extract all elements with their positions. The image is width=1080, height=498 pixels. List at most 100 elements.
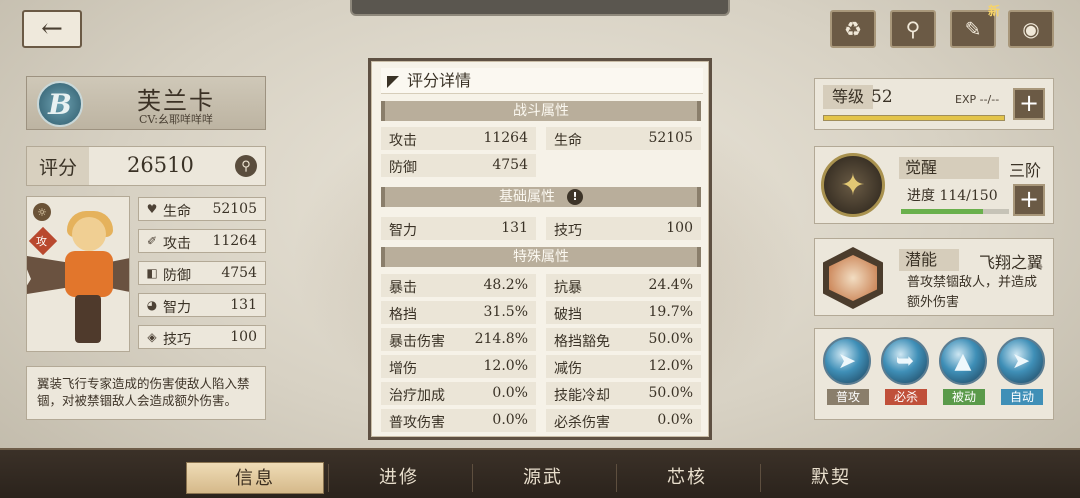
nav-divider	[616, 464, 617, 492]
star-emblem-icon: ✦	[821, 153, 885, 217]
skill-auto[interactable]: ➤ 自动	[997, 337, 1047, 405]
shield-icon: ◧	[146, 266, 158, 280]
attr-value: 19.7%	[648, 304, 693, 320]
nav-divider	[328, 464, 329, 492]
new-badge: 新	[987, 4, 1000, 18]
attr-name: 攻击	[389, 133, 417, 149]
potential-description: 普攻禁锢敌人，并造成额外伤害	[907, 275, 1038, 310]
tab-training[interactable]: 进修	[330, 462, 468, 494]
stat-value: 52105	[212, 201, 257, 217]
section-header-special: 特殊属性	[381, 247, 701, 267]
attr-name: 治疗加成	[389, 388, 445, 404]
attr-cell: 防御 4754	[381, 154, 536, 177]
attr-name: 技能冷却	[554, 388, 610, 404]
attr-value: 0.0%	[492, 385, 528, 401]
character-description: 翼装飞行专家造成的伤害使敌人陷入禁锢，对被禁锢敌人会造成额外伤害。	[26, 366, 266, 420]
skill-normal-attack[interactable]: ➤ 普攻	[823, 337, 873, 405]
score-detail-button[interactable]: ⚲	[235, 155, 257, 177]
arrow-left-icon: ←	[41, 14, 63, 44]
awakening-stage: 三阶	[1009, 161, 1042, 180]
stat-name: 防御	[163, 268, 191, 284]
character-head	[72, 217, 106, 251]
recycle-button[interactable]: ♻	[830, 10, 876, 48]
skills-card: ➤ 普攻 ➥ 必杀 ▲ 被动 ➤ 自动	[814, 328, 1054, 420]
potential-name: 飞翔之翼	[978, 253, 1043, 272]
tab-info[interactable]: 信息	[186, 462, 324, 494]
potential-card[interactable]: 潜能 飞翔之翼 普攻禁锢敌人，并造成额外伤害	[814, 238, 1054, 316]
attr-value: 12.0%	[483, 358, 528, 374]
awakening-progress: 进度 114/150	[907, 188, 998, 204]
attr-name: 普攻伤害	[389, 415, 445, 431]
brain-icon: ◕	[146, 298, 158, 312]
notes-button[interactable]: ✎ 新	[950, 4, 1000, 48]
awaken-button[interactable]: +	[1013, 184, 1045, 216]
attr-cell: 格挡豁免 50.0%	[546, 328, 701, 351]
character-portrait[interactable]: ☼ 攻	[26, 196, 130, 352]
attr-cell: 抗暴 24.4%	[546, 274, 701, 297]
level-value: 52	[871, 87, 893, 107]
level-label: 等级	[823, 85, 873, 109]
back-button[interactable]: ←	[22, 10, 82, 48]
skill-ultimate[interactable]: ➥ 必杀	[881, 337, 931, 405]
attr-name: 技巧	[554, 223, 582, 239]
attr-value: 131	[501, 220, 528, 236]
character-cv: CV:幺耶咩咩咩	[139, 113, 213, 126]
stat-name: 生命	[163, 204, 191, 220]
nav-divider	[760, 464, 761, 492]
skill-tag: 被动	[943, 389, 985, 405]
stat-row-hp: ♥ 生命 52105	[138, 197, 266, 221]
tab-bond[interactable]: 默契	[762, 462, 900, 494]
attr-cell: 破挡 19.7%	[546, 301, 701, 324]
attr-cell: 减伤 12.0%	[546, 355, 701, 378]
notes-icon: ✎	[964, 17, 982, 41]
nav-divider	[472, 464, 473, 492]
attr-name: 暴击	[389, 280, 417, 296]
view-button[interactable]: ◉	[1008, 10, 1054, 48]
attr-value: 48.2%	[483, 277, 528, 293]
attr-value: 24.4%	[648, 277, 693, 293]
corner-mark-icon	[387, 76, 399, 88]
popup-title: 评分详情	[407, 71, 472, 90]
level-up-button[interactable]: +	[1013, 88, 1045, 120]
tab-core[interactable]: 芯核	[618, 462, 756, 494]
stat-value: 4754	[221, 265, 257, 281]
attr-value: 0.0%	[492, 412, 528, 428]
cube-icon: ◈	[147, 330, 157, 344]
popup-title-bar: 评分详情	[381, 68, 703, 94]
attr-value: 100	[666, 220, 693, 236]
top-rail	[350, 0, 730, 16]
attr-name: 破挡	[554, 307, 582, 323]
rarity-emblem: B	[37, 81, 83, 127]
stat-name: 技巧	[163, 332, 191, 348]
score-detail-popup: 评分详情 战斗属性 攻击 11264 生命 52105 防御 4754 基础属性! 智…	[368, 58, 712, 440]
stat-row-def: ◧ 防御 4754	[138, 261, 266, 285]
attr-name: 减伤	[554, 361, 582, 377]
attr-value: 52105	[648, 130, 693, 146]
section-header-combat: 战斗属性	[381, 101, 701, 121]
attr-cell: 暴击伤害 214.8%	[381, 328, 536, 351]
score-value: 26510	[127, 153, 194, 177]
attr-value: 214.8%	[474, 331, 528, 347]
skill-passive[interactable]: ▲ 被动	[939, 337, 989, 405]
exp-text: EXP --/--	[955, 93, 1000, 106]
tab-weapon[interactable]: 源武	[474, 462, 612, 494]
attr-cell: 攻击 11264	[381, 127, 536, 150]
attr-cell: 增伤 12.0%	[381, 355, 536, 378]
exp-bar	[823, 115, 1005, 121]
info-icon[interactable]: !	[567, 189, 583, 205]
cage-skill-icon: ▲	[939, 337, 987, 385]
score-card: 评分 26510 ⚲	[26, 146, 266, 186]
attr-cell: 生命 52105	[546, 127, 701, 150]
attr-value: 0.0%	[657, 412, 693, 428]
magnifier-icon: ⚲	[241, 158, 251, 174]
attr-cell: 暴击 48.2%	[381, 274, 536, 297]
wardrobe-button[interactable]: ⚲	[890, 10, 936, 48]
stat-value: 11264	[212, 233, 257, 249]
stat-row-int: ◕ 智力 131	[138, 293, 266, 317]
attr-value: 4754	[492, 157, 528, 173]
awakening-label: 觉醒	[899, 157, 999, 179]
attr-name: 格挡豁免	[554, 334, 610, 350]
attr-value: 12.0%	[648, 358, 693, 374]
character-legs	[75, 295, 101, 343]
stat-row-atk: ✐ 攻击 11264	[138, 229, 266, 253]
